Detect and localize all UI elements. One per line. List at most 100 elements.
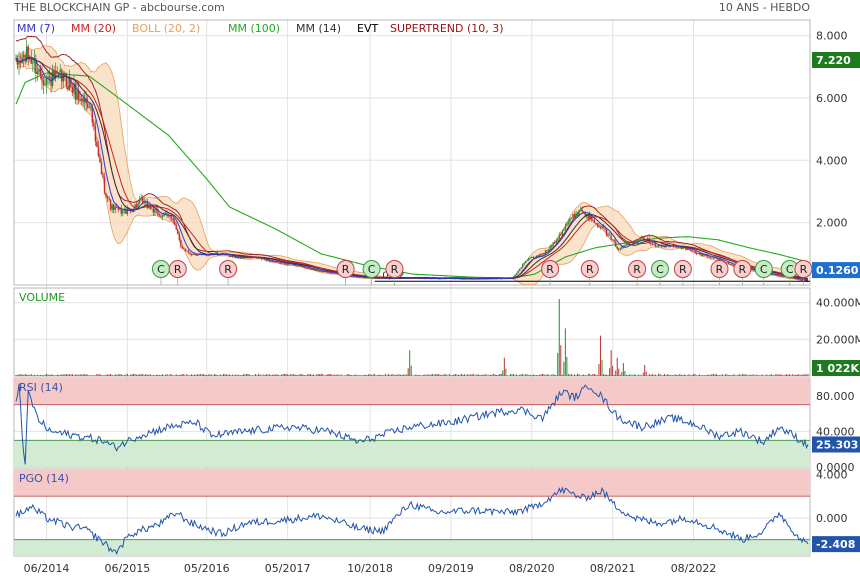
volume-bar <box>314 375 316 376</box>
volume-bar <box>752 374 754 376</box>
volume-bar <box>210 374 212 376</box>
volume-bar <box>598 363 600 376</box>
volume-bar <box>520 374 522 376</box>
volume-bar <box>180 374 182 376</box>
volume-bar <box>755 374 757 376</box>
volume-bar <box>32 375 34 376</box>
candle-body <box>801 279 803 281</box>
candle-body <box>549 245 551 250</box>
candle-body <box>618 248 620 250</box>
volume-bar <box>639 374 641 376</box>
volume-bar <box>175 374 177 376</box>
volume-bar <box>729 375 731 376</box>
volume-bar <box>586 375 588 376</box>
volume-bar <box>346 374 348 376</box>
volume-bar <box>633 373 635 376</box>
volume-bar <box>702 375 704 376</box>
volume-bar <box>792 374 794 376</box>
volume-bar <box>458 374 460 376</box>
candle-body <box>152 208 155 213</box>
volume-bar <box>300 374 302 376</box>
candle-body <box>651 243 654 245</box>
candle-body <box>616 246 618 249</box>
candle-body <box>122 210 124 214</box>
volume-bar <box>30 374 32 376</box>
candle-body <box>529 257 531 259</box>
volume-bar <box>415 374 417 376</box>
volume-bar <box>528 374 530 376</box>
volume-bar <box>46 373 48 376</box>
candle-body <box>656 246 658 248</box>
candle-body <box>305 267 307 269</box>
volume-bar <box>59 374 61 376</box>
volume-bar <box>526 374 528 376</box>
volume-bar <box>358 375 360 376</box>
volume-bar <box>268 374 270 376</box>
candle-body <box>111 204 113 210</box>
volume-bar <box>691 374 693 376</box>
candle-body <box>320 271 322 272</box>
volume-bar <box>619 374 621 376</box>
volume-bar <box>454 374 456 376</box>
volume-bar <box>85 374 87 376</box>
candle-body <box>593 220 596 223</box>
volume-bar <box>470 374 472 376</box>
volume-bar <box>24 374 26 376</box>
volume-bar <box>235 374 237 376</box>
volume-bar <box>787 374 789 376</box>
volume-bar <box>192 374 194 376</box>
candle-body <box>271 261 274 263</box>
volume-bar <box>114 374 116 376</box>
volume-bar <box>561 374 563 376</box>
volume-bar <box>125 374 127 376</box>
volume-bar <box>612 365 614 376</box>
volume-bar <box>574 374 576 376</box>
candle-body <box>642 236 644 240</box>
volume-bar <box>148 374 150 376</box>
volume-bar <box>380 374 382 376</box>
volume-bar <box>151 375 153 376</box>
volume-bar <box>651 373 653 376</box>
candle-body <box>79 99 81 102</box>
candle-body <box>44 84 46 86</box>
x-tick-label: 06/2014 <box>24 562 70 575</box>
candle-body <box>296 265 298 267</box>
volume-bar <box>149 374 151 376</box>
volume-bar <box>595 374 597 376</box>
volume-bar <box>590 375 592 376</box>
volume-bar <box>659 373 661 376</box>
event-marker-label: R <box>633 263 641 276</box>
volume-bar <box>700 375 702 376</box>
volume-bar <box>371 374 373 376</box>
volume-bar <box>267 374 269 376</box>
candle-body <box>32 62 34 64</box>
volume-bar <box>245 374 247 376</box>
volume-bar <box>107 374 109 376</box>
candle-body <box>97 146 100 156</box>
volume-bar <box>152 374 154 376</box>
candle-body <box>793 278 795 280</box>
volume-bar <box>100 375 102 376</box>
volume-bar <box>566 356 568 376</box>
volume-bar <box>145 374 147 376</box>
volume-bar <box>786 374 788 376</box>
volume-bar <box>183 374 185 376</box>
volume-bar <box>725 373 727 376</box>
volume-bar <box>715 373 717 376</box>
volume-bar <box>250 375 252 376</box>
volume-bar <box>195 374 197 376</box>
candle-body <box>134 204 136 209</box>
volume-bar <box>241 375 243 376</box>
volume-bar <box>271 374 273 376</box>
event-marker-label: R <box>174 263 182 276</box>
candle-body <box>557 238 559 241</box>
volume-bar <box>265 373 267 376</box>
candle-body <box>39 68 42 75</box>
volume-bar <box>381 375 383 376</box>
volume-bar <box>351 375 353 376</box>
candle-body <box>573 214 576 218</box>
candle-body <box>109 199 112 210</box>
candle-body <box>105 193 107 197</box>
candle-body <box>596 223 599 226</box>
volume-bar <box>627 374 629 376</box>
